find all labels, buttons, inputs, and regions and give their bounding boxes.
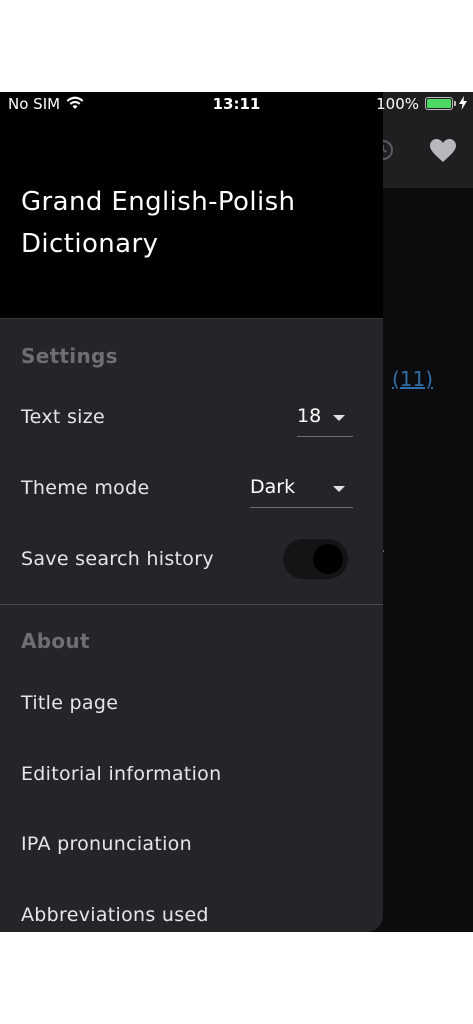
save-search-history-label: Save search history — [21, 548, 214, 570]
text-size-label: Text size — [21, 406, 106, 428]
heart-icon[interactable] — [430, 139, 456, 163]
about-item-ipa-pronunciation[interactable]: IPA pronunciation — [21, 833, 192, 855]
app-screen: No SIM 13:11 100% (11) · Grand English-P… — [0, 92, 473, 932]
theme-mode-label: Theme mode — [21, 477, 150, 499]
save-search-history-toggle[interactable] — [283, 539, 348, 579]
navigation-drawer: Grand English-Polish Dictionary Settings… — [0, 92, 383, 932]
about-item-editorial-information[interactable]: Editorial information — [21, 763, 221, 785]
about-heading: About — [21, 629, 90, 653]
section-divider — [0, 604, 383, 605]
charging-bolt-icon — [459, 96, 467, 110]
theme-mode-dropdown[interactable]: Dark — [250, 472, 353, 508]
theme-mode-value: Dark — [250, 476, 296, 498]
drawer-header: Grand English-Polish Dictionary — [0, 92, 383, 319]
status-bar: No SIM 13:11 100% — [0, 92, 473, 116]
about-item-abbreviations-used[interactable]: Abbreviations used — [21, 904, 209, 926]
toggle-knob — [313, 544, 343, 574]
chevron-down-icon — [333, 486, 345, 492]
text-size-dropdown[interactable]: 18 — [297, 401, 353, 437]
chevron-down-icon — [333, 415, 345, 421]
settings-heading: Settings — [21, 344, 118, 368]
text-size-value: 18 — [297, 405, 322, 427]
drawer-title: Grand English-Polish Dictionary — [21, 187, 296, 259]
battery-icon — [425, 97, 453, 110]
battery-cap — [454, 101, 456, 106]
background-entry-link[interactable]: (11) — [392, 367, 433, 391]
about-item-title-page[interactable]: Title page — [21, 692, 118, 714]
battery-percentage: 100% — [376, 95, 419, 113]
